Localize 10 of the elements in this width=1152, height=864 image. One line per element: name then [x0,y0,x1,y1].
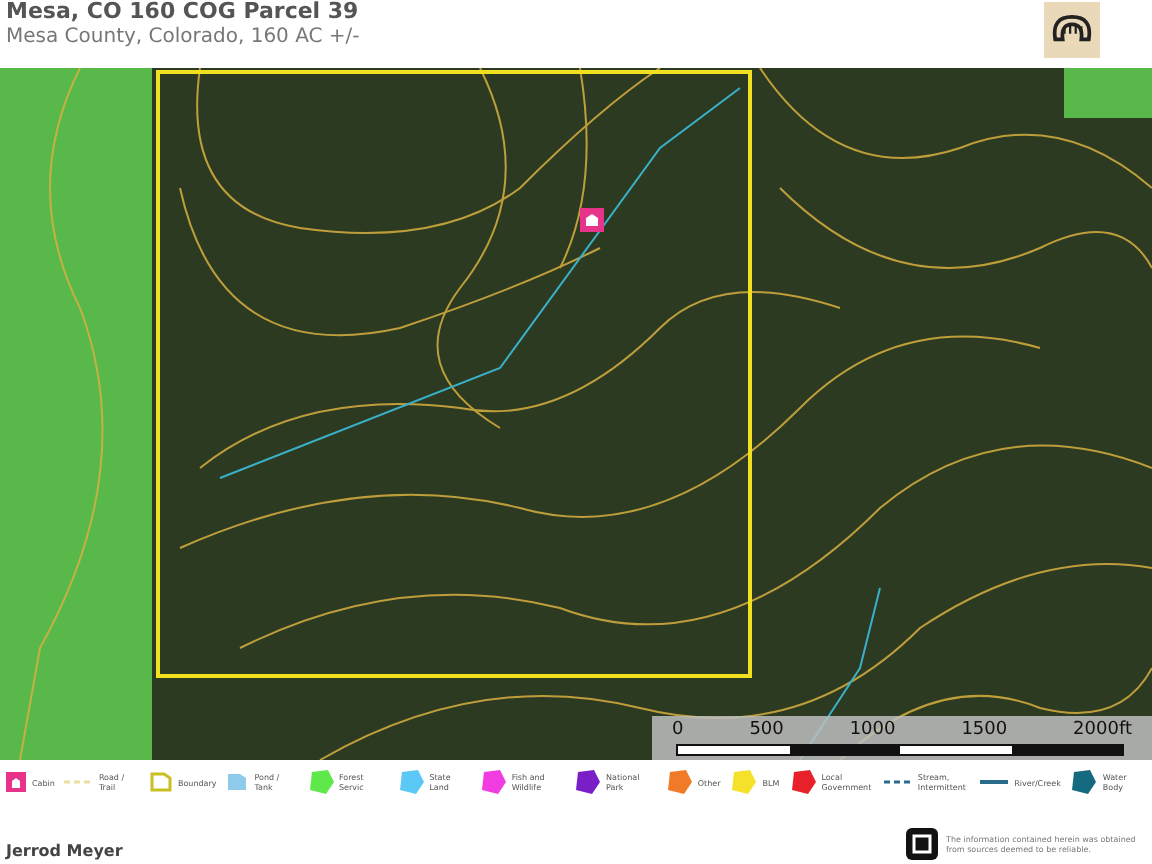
scale-label: 1000 [849,720,896,742]
scale-label: 2000ft [1073,720,1132,742]
horseshoe-logo-icon [1044,0,1100,60]
map-subtitle: Mesa County, Colorado, 160 AC +/- [6,24,360,52]
map-title: Mesa, CO 160 COG Parcel 39 [6,0,360,24]
scale-label: 1500 [961,720,1008,742]
scale-label: 500 [749,720,784,742]
cabin-marker-icon [580,208,604,232]
agent-name: Jerrod Meyer [6,842,123,860]
scale-label: 0 [672,720,684,742]
